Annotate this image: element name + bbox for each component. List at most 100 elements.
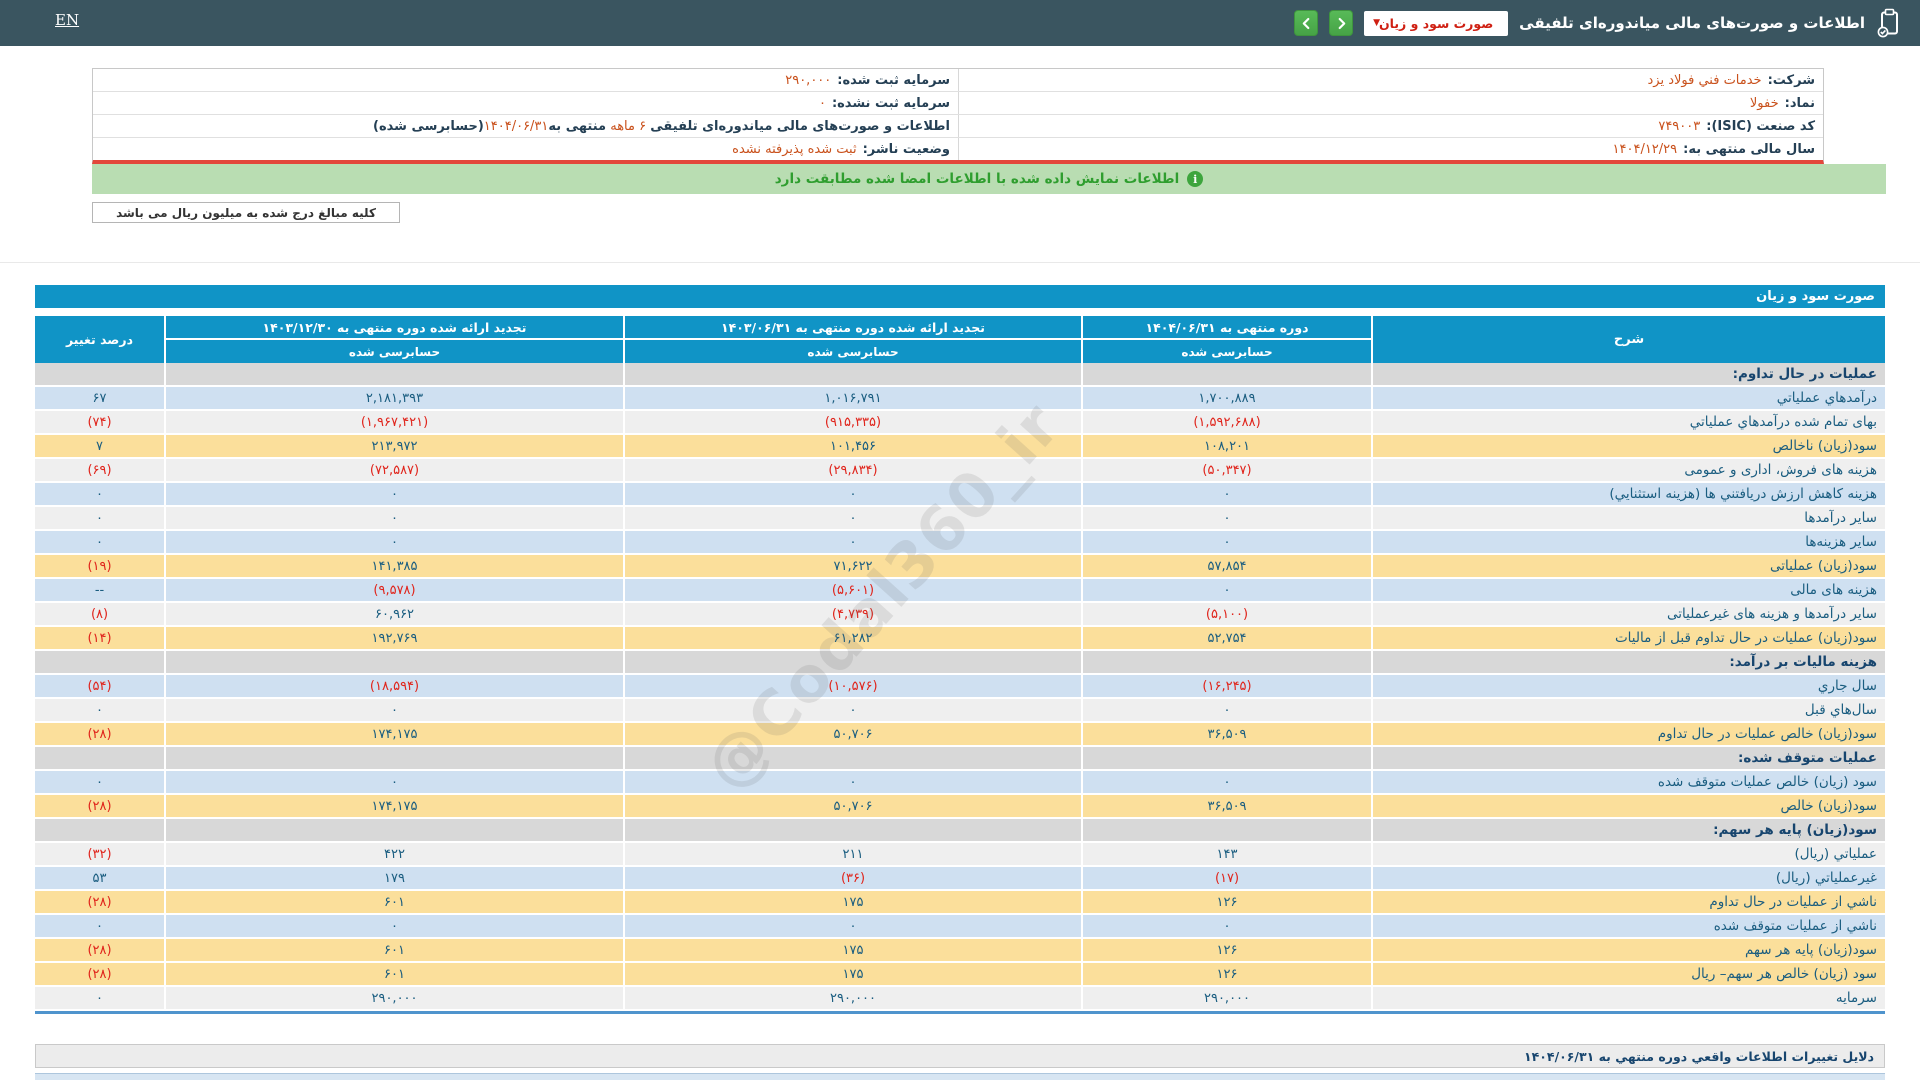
row-value: ۱۷۹ bbox=[164, 867, 623, 891]
row-value: ۰ bbox=[164, 531, 623, 555]
report-period-text: اطلاعات و صورت‌های مالی میاندوره‌ای تلفی… bbox=[650, 118, 950, 134]
field-label: سال مالی منتهی به: bbox=[1683, 141, 1815, 157]
row-value: ۰ bbox=[164, 915, 623, 939]
row-value bbox=[1081, 363, 1371, 387]
row-label: سایر هزینه‌ها bbox=[1371, 531, 1885, 555]
table-row: هزینه های مالی ۰ (۵,۶۰۱) (۹,۵۷۸) -- bbox=[35, 579, 1885, 603]
field-label: سرمایه ثبت نشده: bbox=[831, 95, 950, 111]
statement-type-selected: صورت سود و زیان bbox=[1378, 15, 1494, 31]
row-value: (۳۶) bbox=[623, 867, 1081, 891]
row-value: ۶۰,۹۶۲ bbox=[164, 603, 623, 627]
row-value: ۰ bbox=[1081, 579, 1371, 603]
row-value: ۶۱,۲۸۲ bbox=[623, 627, 1081, 651]
row-value bbox=[623, 747, 1081, 771]
table-row: سود(زیان) خالص ۳۶,۵۰۹ ۵۰,۷۰۶ ۱۷۴,۱۷۵ (۲۸) bbox=[35, 795, 1885, 819]
row-value: (۴,۷۳۹) bbox=[623, 603, 1081, 627]
reasons-for-changes-bar[interactable]: دلایل تغییرات اطلاعات واقعي دوره منتهي ب… bbox=[35, 1044, 1885, 1068]
info-row: شرکت: خدمات فني فولاد یزد سرمایه ثبت شده… bbox=[93, 69, 1823, 91]
row-label: ناشي از عملیات متوقف شده bbox=[1371, 915, 1885, 939]
row-label: بهای تمام شده درآمدهاي عملیاتي bbox=[1371, 411, 1885, 435]
row-value: ۶۰۱ bbox=[164, 939, 623, 963]
clipboard-report-icon bbox=[1876, 8, 1902, 38]
row-value: (۵۰,۳۴۷) bbox=[1081, 459, 1371, 483]
row-label: غیرعملیاتي (ریال) bbox=[1371, 867, 1885, 891]
row-label: عملیات متوقف شده: bbox=[1371, 747, 1885, 771]
signed-data-notice-text: اطلاعات نمایش داده شده با اطلاعات امضا ش… bbox=[774, 171, 1180, 187]
row-value: (۱۷) bbox=[1081, 867, 1371, 891]
row-value: ۱۲۶ bbox=[1081, 891, 1371, 915]
row-value: ۰ bbox=[35, 987, 164, 1011]
nav-next-button[interactable] bbox=[1329, 10, 1354, 36]
row-label: هزینه کاهش ارزش دریافتني ها (هزینه استثن… bbox=[1371, 483, 1885, 507]
unregistered-capital-cell: سرمایه ثبت نشده: ۰ bbox=[93, 92, 958, 114]
row-value: (۷۴) bbox=[35, 411, 164, 435]
row-value: (۹۱۵,۳۳۵) bbox=[623, 411, 1081, 435]
column-subheader-audited: حسابرسی شده bbox=[1081, 340, 1371, 363]
column-header-description: شرح bbox=[1371, 316, 1885, 363]
row-label: سود(زیان) خالص bbox=[1371, 795, 1885, 819]
statement-rows: عملیات در حال تداوم: درآمدهاي عملیاتي ۱,۷۰… bbox=[35, 363, 1885, 1014]
row-value: ۰ bbox=[623, 915, 1081, 939]
registered-capital-cell: سرمایه ثبت شده: ۲۹۰,۰۰۰ bbox=[93, 69, 958, 91]
field-label: نماد: bbox=[1784, 95, 1815, 111]
row-value bbox=[623, 363, 1081, 387]
row-value bbox=[35, 819, 164, 843]
row-value: (۱۰,۵۷۶) bbox=[623, 675, 1081, 699]
table-row: سایر درآمدها ۰ ۰ ۰ ۰ bbox=[35, 507, 1885, 531]
row-label: سال‌هاي قبل bbox=[1371, 699, 1885, 723]
table-row: بهای تمام شده درآمدهاي عملیاتي (۱,۵۹۲,۶۸۸… bbox=[35, 411, 1885, 435]
company-info-table: شرکت: خدمات فني فولاد یزد سرمایه ثبت شده… bbox=[92, 68, 1824, 164]
row-value: ۶۰۱ bbox=[164, 963, 623, 987]
table-row: سود(زیان) خالص عملیات در حال تداوم ۳۶,۵۰۹… bbox=[35, 723, 1885, 747]
column-header-restated-midyear: تجدید ارائه شده دوره منتهی به ۱۴۰۳/۰۶/۳۱ bbox=[623, 316, 1081, 340]
row-label: سایر درآمدها و هزینه های غیرعملیاتی bbox=[1371, 603, 1885, 627]
statement-type-dropdown[interactable]: صورت سود و زیان ▼ bbox=[1364, 10, 1509, 36]
row-value: (۲۹,۸۳۴) bbox=[623, 459, 1081, 483]
row-label: درآمدهاي عملیاتي bbox=[1371, 387, 1885, 411]
row-value: ۰ bbox=[1081, 507, 1371, 531]
row-value: ۱۷۴,۱۷۵ bbox=[164, 723, 623, 747]
row-value: ۶۷ bbox=[35, 387, 164, 411]
row-value: ۷۱,۶۲۲ bbox=[623, 555, 1081, 579]
top-bar-controls: اطلاعات و صورت‌های مالی میاندوره‌ای تلفی… bbox=[1294, 0, 1902, 46]
row-value: ۰ bbox=[164, 699, 623, 723]
row-value: ۱۷۵ bbox=[623, 963, 1081, 987]
table-row: سود(زیان) ناخالص ۱۰۸,۲۰۱ ۱۰۱,۴۵۶ ۲۱۳,۹۷۲ ۷ bbox=[35, 435, 1885, 459]
row-value: (۱۴) bbox=[35, 627, 164, 651]
page-title: اطلاعات و صورت‌های مالی میاندوره‌ای تلفی… bbox=[1519, 14, 1865, 32]
row-value: ۵۳ bbox=[35, 867, 164, 891]
row-value: ۰ bbox=[623, 483, 1081, 507]
info-icon: i bbox=[1187, 171, 1204, 187]
row-value: ۲۹۰,۰۰۰ bbox=[1081, 987, 1371, 1011]
nav-prev-button[interactable] bbox=[1294, 10, 1319, 36]
info-row: کد صنعت (ISIC): ۷۴۹۰۰۳ اطلاعات و صورت‌ها… bbox=[93, 114, 1823, 137]
row-value bbox=[1081, 819, 1371, 843]
row-value: ۰ bbox=[164, 483, 623, 507]
row-label: سود(زیان) عملیاتی bbox=[1371, 555, 1885, 579]
row-value: ۰ bbox=[623, 507, 1081, 531]
reasons-for-changes-title: دلایل تغییرات اطلاعات واقعي دوره منتهي ب… bbox=[1524, 1048, 1874, 1064]
row-label: سود(زیان) خالص عملیات در حال تداوم bbox=[1371, 723, 1885, 747]
language-en-link[interactable]: EN bbox=[55, 11, 79, 29]
row-label: هزینه های مالی bbox=[1371, 579, 1885, 603]
row-value: ۰ bbox=[35, 483, 164, 507]
company-name-cell: شرکت: خدمات فني فولاد یزد bbox=[958, 69, 1823, 91]
column-subheader-audited: حسابرسی شده bbox=[164, 340, 623, 363]
row-value bbox=[623, 651, 1081, 675]
table-row: ناشي از عملیات متوقف شده ۰ ۰ ۰ ۰ bbox=[35, 915, 1885, 939]
column-header-restated-yearend: تجدید ارائه شده دوره منتهی به ۱۴۰۳/۱۲/۳۰ bbox=[164, 316, 623, 340]
row-value: ۵۷,۸۵۴ bbox=[1081, 555, 1371, 579]
row-value: ۱۴۳ bbox=[1081, 843, 1371, 867]
row-value: ۰ bbox=[35, 507, 164, 531]
row-value: (۳۲) bbox=[35, 843, 164, 867]
report-period-date: ۱۴۰۴/۰۶/۳۱ bbox=[483, 118, 549, 134]
row-value: ۲۱۳,۹۷۲ bbox=[164, 435, 623, 459]
field-label: سرمایه ثبت شده: bbox=[837, 72, 950, 88]
row-value: ۶۰۱ bbox=[164, 891, 623, 915]
report-audited-flag: (حسابرسی شده) bbox=[373, 118, 484, 134]
row-value: ۰ bbox=[1081, 915, 1371, 939]
row-value: ۲۱۱ bbox=[623, 843, 1081, 867]
row-label: سال جاري bbox=[1371, 675, 1885, 699]
table-row: سایر درآمدها و هزینه های غیرعملیاتی (۵,۱۰… bbox=[35, 603, 1885, 627]
row-value bbox=[623, 819, 1081, 843]
